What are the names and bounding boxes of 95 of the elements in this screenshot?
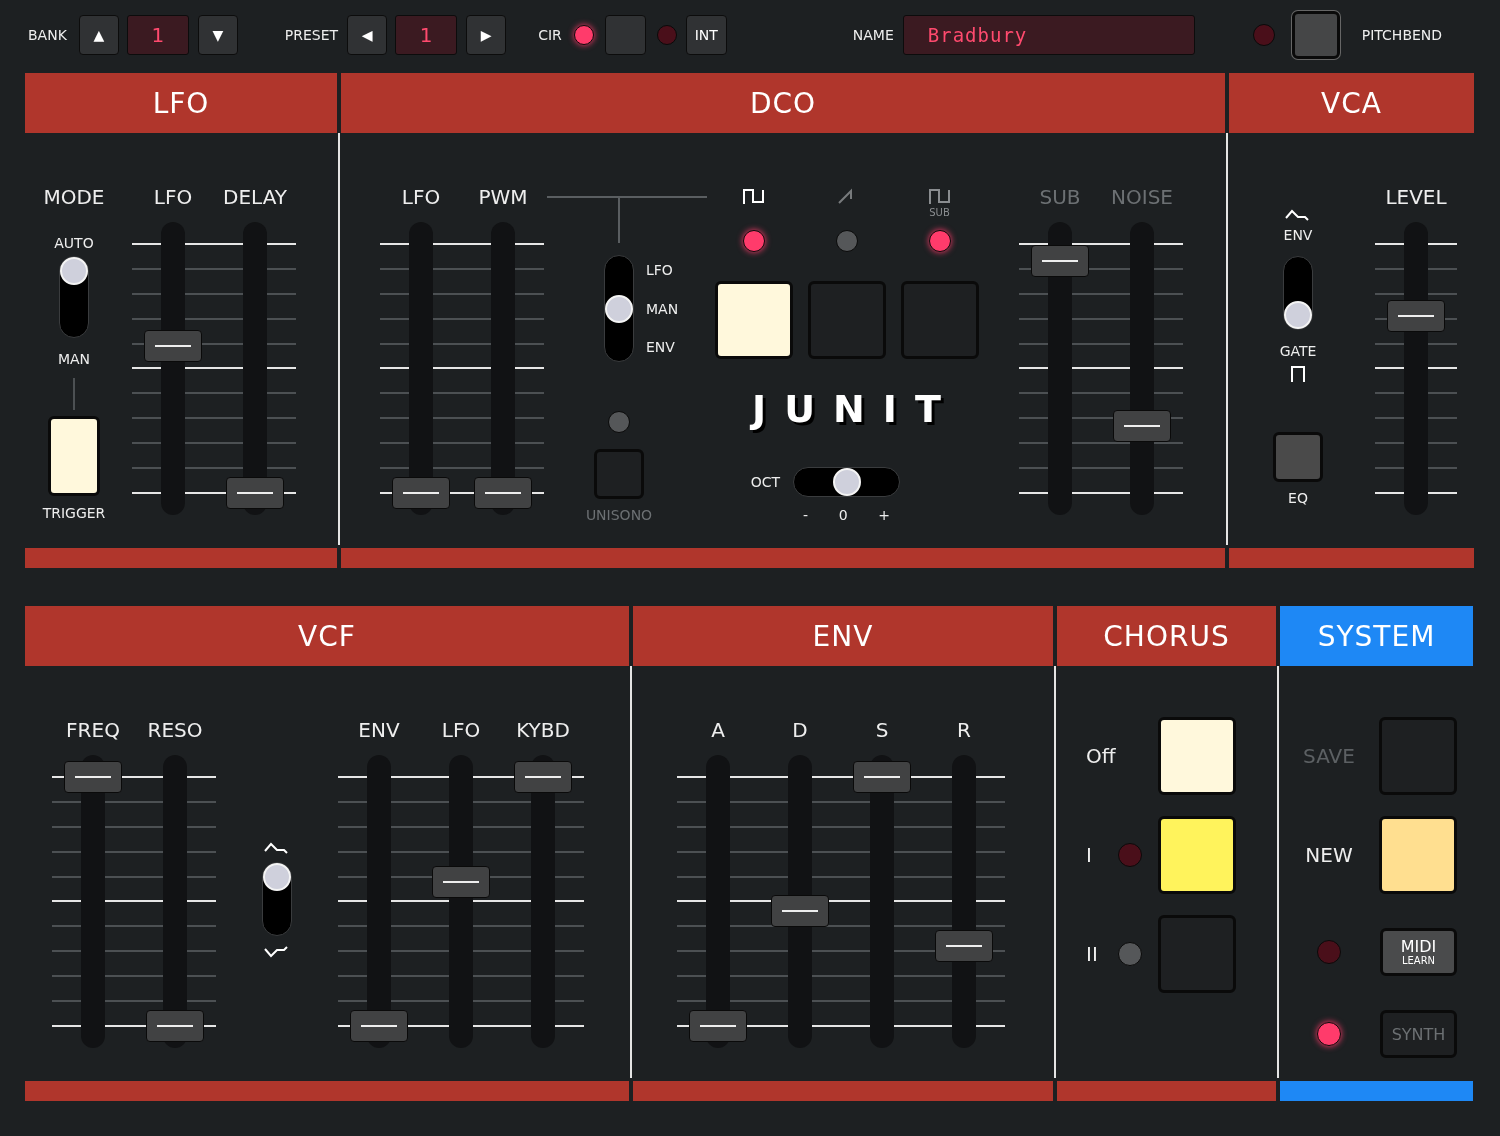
chorus-button[interactable]	[1158, 717, 1236, 795]
fader-label: KYBD	[515, 717, 571, 744]
fader-label: RESO	[146, 717, 204, 744]
switch-knob[interactable]	[1284, 301, 1312, 329]
fader-handle[interactable]	[350, 1010, 408, 1042]
gate-pulse-icon	[1288, 364, 1308, 384]
chorus-mode-label: I	[1086, 843, 1092, 867]
switch-knob[interactable]	[60, 257, 88, 285]
fader-label: ENV	[357, 717, 401, 744]
switch-label: MAN	[57, 350, 91, 368]
mode-label: MODE	[43, 184, 105, 211]
fader-label: SUB	[1038, 184, 1082, 211]
toggle-switch[interactable]	[59, 256, 89, 338]
logo-text: JUNIT	[752, 389, 959, 429]
fader-handle[interactable]	[514, 761, 572, 793]
fader-handle[interactable]	[935, 930, 993, 963]
toggle-switch[interactable]	[262, 862, 292, 936]
trigger-label: TRIGGER	[42, 504, 106, 522]
name-label: NAME	[852, 27, 894, 43]
fader-label: R	[956, 717, 972, 744]
fader-label: LEVEL	[1384, 184, 1448, 211]
wave-sublabel: SUB	[929, 207, 950, 219]
section-header: VCA	[1229, 73, 1474, 133]
section-header: SYSTEM	[1280, 606, 1473, 666]
pitchbend-button[interactable]	[1291, 11, 1340, 59]
toggle-switch[interactable]	[793, 467, 900, 497]
fader-label: A	[710, 717, 726, 744]
envelope-icon	[264, 840, 290, 854]
system-label: NEW	[1305, 842, 1353, 869]
pulse-wave-icon	[740, 187, 767, 207]
eq-label: EQ	[1288, 489, 1308, 507]
system-label: SAVE	[1303, 743, 1355, 770]
fader-handle[interactable]	[1387, 300, 1445, 333]
name-field[interactable]: Bradbury	[902, 15, 1195, 55]
switch-label: GATE	[1279, 342, 1317, 360]
fader-label: NOISE	[1110, 184, 1174, 211]
fader-label: LFO	[440, 717, 482, 744]
toggle-switch[interactable]	[1283, 256, 1313, 330]
section-header: DCO	[341, 73, 1225, 133]
chorus-mode-label: Off	[1086, 744, 1116, 768]
system-button[interactable]	[1379, 816, 1457, 894]
bank-display: 1	[126, 15, 189, 55]
bank-down-button[interactable]: ▼	[197, 15, 238, 55]
switch-knob[interactable]	[832, 468, 861, 496]
fader-label: D	[791, 717, 809, 744]
system-button[interactable]: MIDI LEARN	[1380, 928, 1457, 976]
preset-display: 1	[395, 15, 458, 55]
octave-value: +	[878, 506, 890, 525]
chorus-button[interactable]	[1158, 816, 1236, 894]
fader-handle[interactable]	[432, 865, 490, 898]
fader-handle[interactable]	[144, 330, 202, 363]
octave-value: 0	[838, 506, 848, 525]
switch-label: AUTO	[54, 234, 94, 252]
int-button[interactable]: INT	[685, 15, 727, 55]
fader-label: FREQ	[65, 717, 121, 744]
fader-label: DELAY	[222, 184, 288, 211]
switch-knob[interactable]	[605, 294, 633, 323]
switch-label: ENV	[1283, 226, 1313, 244]
toggle-switch[interactable]	[604, 255, 634, 362]
fader-handle[interactable]	[226, 477, 284, 509]
fader-handle[interactable]	[474, 477, 532, 509]
section-header: ENV	[633, 606, 1053, 666]
fader-label: S	[874, 717, 890, 744]
section-header: LFO	[25, 73, 337, 133]
fader-label: LFO	[400, 184, 442, 211]
switch-knob[interactable]	[263, 863, 291, 891]
square-wave-icon	[926, 187, 953, 207]
fader-handle[interactable]	[853, 761, 911, 793]
octave-label: OCT	[750, 474, 780, 490]
fader-label: LFO	[152, 184, 194, 211]
switch-label: LFO	[646, 261, 674, 279]
fader-handle[interactable]	[64, 761, 122, 793]
section-header: VCF	[25, 606, 629, 666]
inverted-envelope-icon	[264, 946, 290, 960]
clock-label: CIR	[538, 27, 562, 43]
trigger-button[interactable]	[48, 416, 100, 496]
preset-prev-button[interactable]: ◀	[347, 15, 388, 55]
fader-handle[interactable]	[771, 895, 829, 928]
switch-label: ENV	[646, 338, 676, 356]
fader-handle[interactable]	[146, 1010, 204, 1042]
fader-handle[interactable]	[392, 477, 450, 509]
envelope-icon	[1285, 207, 1311, 223]
pitchbend-label: PITCHBEND	[1361, 27, 1443, 43]
bank-label: BANK	[28, 27, 67, 43]
octave-value: -	[803, 506, 809, 525]
switch-label: MAN	[646, 299, 679, 318]
unison-label: UNISONO	[585, 506, 653, 524]
chorus-mode-label: II	[1086, 942, 1098, 966]
bank-up-button[interactable]: ▲	[78, 15, 119, 55]
preset-next-button[interactable]: ▶	[466, 15, 507, 55]
section-header: CHORUS	[1057, 606, 1276, 666]
fader-handle[interactable]	[689, 1010, 747, 1042]
preset-label: PRESET	[284, 27, 339, 43]
waveform-button[interactable]	[714, 281, 793, 359]
fader-label: PWM	[477, 184, 529, 211]
